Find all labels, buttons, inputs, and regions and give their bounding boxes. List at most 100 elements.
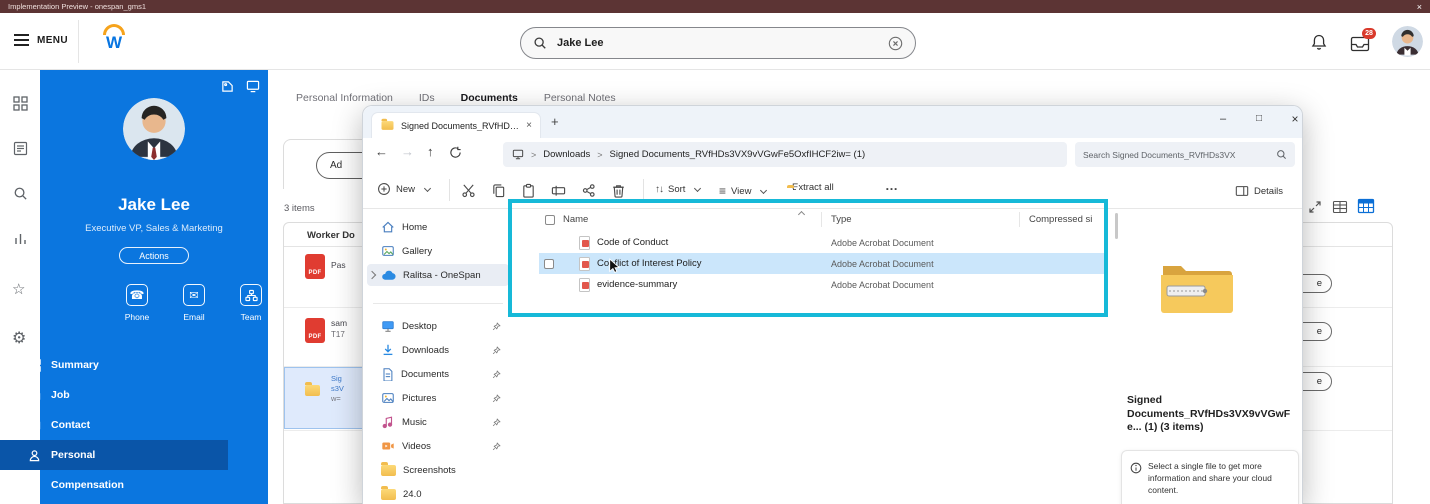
more-options-icon[interactable]: … bbox=[885, 178, 898, 193]
view-button[interactable]: ≡ View bbox=[719, 184, 768, 198]
share-icon[interactable] bbox=[581, 183, 596, 198]
pin-icon bbox=[492, 369, 501, 379]
paste-icon[interactable] bbox=[521, 183, 536, 198]
quick-action-email[interactable]: ✉ Email bbox=[166, 284, 222, 322]
preview-hint-text: Select a single file to get more informa… bbox=[1148, 461, 1272, 495]
explorer-nav-gallery[interactable]: Gallery bbox=[367, 240, 509, 262]
rail-settings-icon[interactable]: ⚙ bbox=[12, 328, 26, 348]
delete-icon[interactable] bbox=[611, 183, 626, 198]
folder-icon bbox=[381, 485, 396, 500]
pin-icon bbox=[492, 393, 501, 403]
downloads-icon bbox=[381, 343, 395, 357]
rail-document-icon[interactable] bbox=[13, 141, 28, 156]
rail-favorites-icon[interactable]: ☆ bbox=[12, 280, 25, 298]
explorer-nav-documents[interactable]: Documents bbox=[367, 363, 509, 385]
nav-back-icon[interactable]: ← bbox=[375, 144, 388, 159]
cut-icon[interactable] bbox=[461, 183, 476, 198]
tab-ids[interactable]: IDs bbox=[419, 92, 435, 104]
preview-scrollbar[interactable] bbox=[1115, 213, 1118, 239]
rail-grid-icon[interactable] bbox=[13, 96, 28, 111]
address-bar[interactable]: > Downloads > Signed Documents_RVfHDs3VX… bbox=[503, 142, 1067, 167]
nav-up-icon[interactable]: ↑ bbox=[427, 144, 434, 159]
chevron-down-icon bbox=[760, 186, 768, 194]
explorer-nav-music[interactable]: Music bbox=[367, 411, 509, 433]
tab-personal-information[interactable]: Personal Information bbox=[296, 92, 393, 104]
expand-table-icon[interactable] bbox=[1308, 200, 1322, 214]
actions-button[interactable]: Actions bbox=[119, 247, 189, 264]
nav-refresh-icon[interactable] bbox=[449, 146, 462, 159]
tab-documents[interactable]: Documents bbox=[461, 92, 518, 104]
pin-icon bbox=[492, 441, 501, 451]
explorer-nav-downloads[interactable]: Downloads bbox=[367, 339, 509, 361]
sort-button[interactable]: ↑↓ Sort bbox=[655, 184, 702, 195]
extract-all-button[interactable]: Extract all bbox=[787, 182, 834, 193]
sidebar-item-compensation[interactable]: Compensation bbox=[0, 470, 228, 500]
table-view-icon[interactable] bbox=[1332, 199, 1348, 215]
file-row-code-of-conduct[interactable]: Code of Conduct Adobe Acrobat Document bbox=[539, 232, 1105, 253]
file-row-evidence-summary[interactable]: evidence-summary Adobe Acrobat Document bbox=[539, 274, 1105, 295]
banner-close-icon[interactable]: × bbox=[1417, 2, 1422, 12]
search-clear-icon[interactable] bbox=[888, 36, 903, 51]
new-tab-icon[interactable]: + bbox=[551, 114, 559, 129]
breadcrumb-downloads[interactable]: Downloads bbox=[543, 149, 590, 160]
sidebar-item-summary[interactable]: Summary bbox=[0, 350, 228, 380]
profile-avatar[interactable] bbox=[1392, 26, 1423, 57]
worker-doc-name-3c: w= bbox=[331, 394, 341, 403]
breadcrumb-sep-2: > bbox=[597, 149, 603, 160]
rail-search-icon[interactable] bbox=[13, 186, 28, 201]
grid-view-icon-active[interactable] bbox=[1357, 197, 1375, 215]
column-sep-1[interactable] bbox=[821, 212, 822, 227]
sidebar-item-personal[interactable]: Personal bbox=[0, 440, 228, 470]
pictures-icon bbox=[381, 391, 395, 405]
worker-doc-name-2b: T17 bbox=[331, 330, 345, 339]
select-all-checkbox[interactable] bbox=[545, 215, 555, 225]
tab-close-icon[interactable]: × bbox=[526, 120, 532, 131]
team-icon bbox=[240, 284, 262, 306]
explorer-nav-home[interactable]: Home bbox=[367, 216, 509, 238]
pdf-file-icon bbox=[579, 256, 590, 271]
explorer-nav-videos[interactable]: Videos bbox=[367, 435, 509, 457]
explorer-nav-desktop[interactable]: Desktop bbox=[367, 315, 509, 337]
notifications-bell-icon[interactable] bbox=[1310, 33, 1328, 52]
nav-forward-icon: → bbox=[401, 144, 414, 159]
profile-photo[interactable] bbox=[123, 98, 185, 160]
details-button[interactable]: Details bbox=[1235, 184, 1283, 198]
window-maximize-icon[interactable]: □ bbox=[1251, 113, 1267, 124]
explorer-nav-screenshots[interactable]: Screenshots bbox=[367, 459, 509, 481]
quick-action-phone[interactable]: ☎ Phone bbox=[109, 284, 165, 322]
column-compressed-size[interactable]: Compressed si bbox=[1029, 214, 1092, 225]
quick-action-team[interactable]: Team bbox=[223, 284, 279, 322]
new-button[interactable]: New bbox=[377, 182, 432, 196]
workday-logo[interactable]: W bbox=[99, 24, 129, 58]
column-type[interactable]: Type bbox=[831, 214, 852, 225]
explorer-search-box[interactable]: Search Signed Documents_RVfHDs3VX bbox=[1075, 142, 1295, 167]
tab-personal-notes[interactable]: Personal Notes bbox=[544, 92, 616, 104]
menu-button[interactable]: MENU bbox=[14, 34, 68, 46]
desktop-icon bbox=[381, 319, 395, 333]
row-checkbox[interactable] bbox=[544, 258, 554, 269]
rail-chart-icon[interactable] bbox=[13, 231, 28, 246]
window-close-icon[interactable]: × bbox=[1287, 112, 1302, 126]
global-search[interactable]: Jake Lee bbox=[520, 27, 916, 59]
window-minimize-icon[interactable]: – bbox=[1215, 113, 1231, 125]
rename-icon[interactable] bbox=[551, 183, 566, 198]
worker-doc-name-1[interactable]: Pas bbox=[331, 260, 346, 270]
sidebar-item-job[interactable]: Job bbox=[0, 380, 228, 410]
column-name[interactable]: Name bbox=[563, 214, 588, 225]
explorer-nav-onespan[interactable]: Ralitsa - OneSpan bbox=[367, 264, 509, 286]
worker-doc-name-2a[interactable]: sam bbox=[331, 318, 347, 328]
worker-doc-name-3a[interactable]: Sig bbox=[331, 374, 342, 383]
sidebar-screen-icon[interactable] bbox=[246, 80, 260, 93]
file-row-conflict-of-interest[interactable]: Conflict of Interest Policy Adobe Acroba… bbox=[539, 253, 1105, 274]
explorer-tab[interactable]: Signed Documents_RVfHDs3V × bbox=[371, 112, 541, 138]
sidebar-bookmark-icon[interactable] bbox=[221, 80, 234, 93]
breadcrumb-current-folder[interactable]: Signed Documents_RVfHDs3VX9vVGwFe5OxfIHC… bbox=[610, 149, 866, 160]
worker-doc-pdf-icon-1: PDF bbox=[305, 254, 325, 279]
copy-icon[interactable] bbox=[491, 183, 506, 198]
sidebar-item-contact[interactable]: Contact bbox=[0, 410, 228, 440]
explorer-nav-pictures[interactable]: Pictures bbox=[367, 387, 509, 409]
explorer-nav-24[interactable]: 24.0 bbox=[367, 483, 509, 504]
search-value[interactable]: Jake Lee bbox=[557, 37, 878, 49]
column-sep-2[interactable] bbox=[1019, 212, 1020, 227]
header-divider bbox=[78, 20, 79, 63]
